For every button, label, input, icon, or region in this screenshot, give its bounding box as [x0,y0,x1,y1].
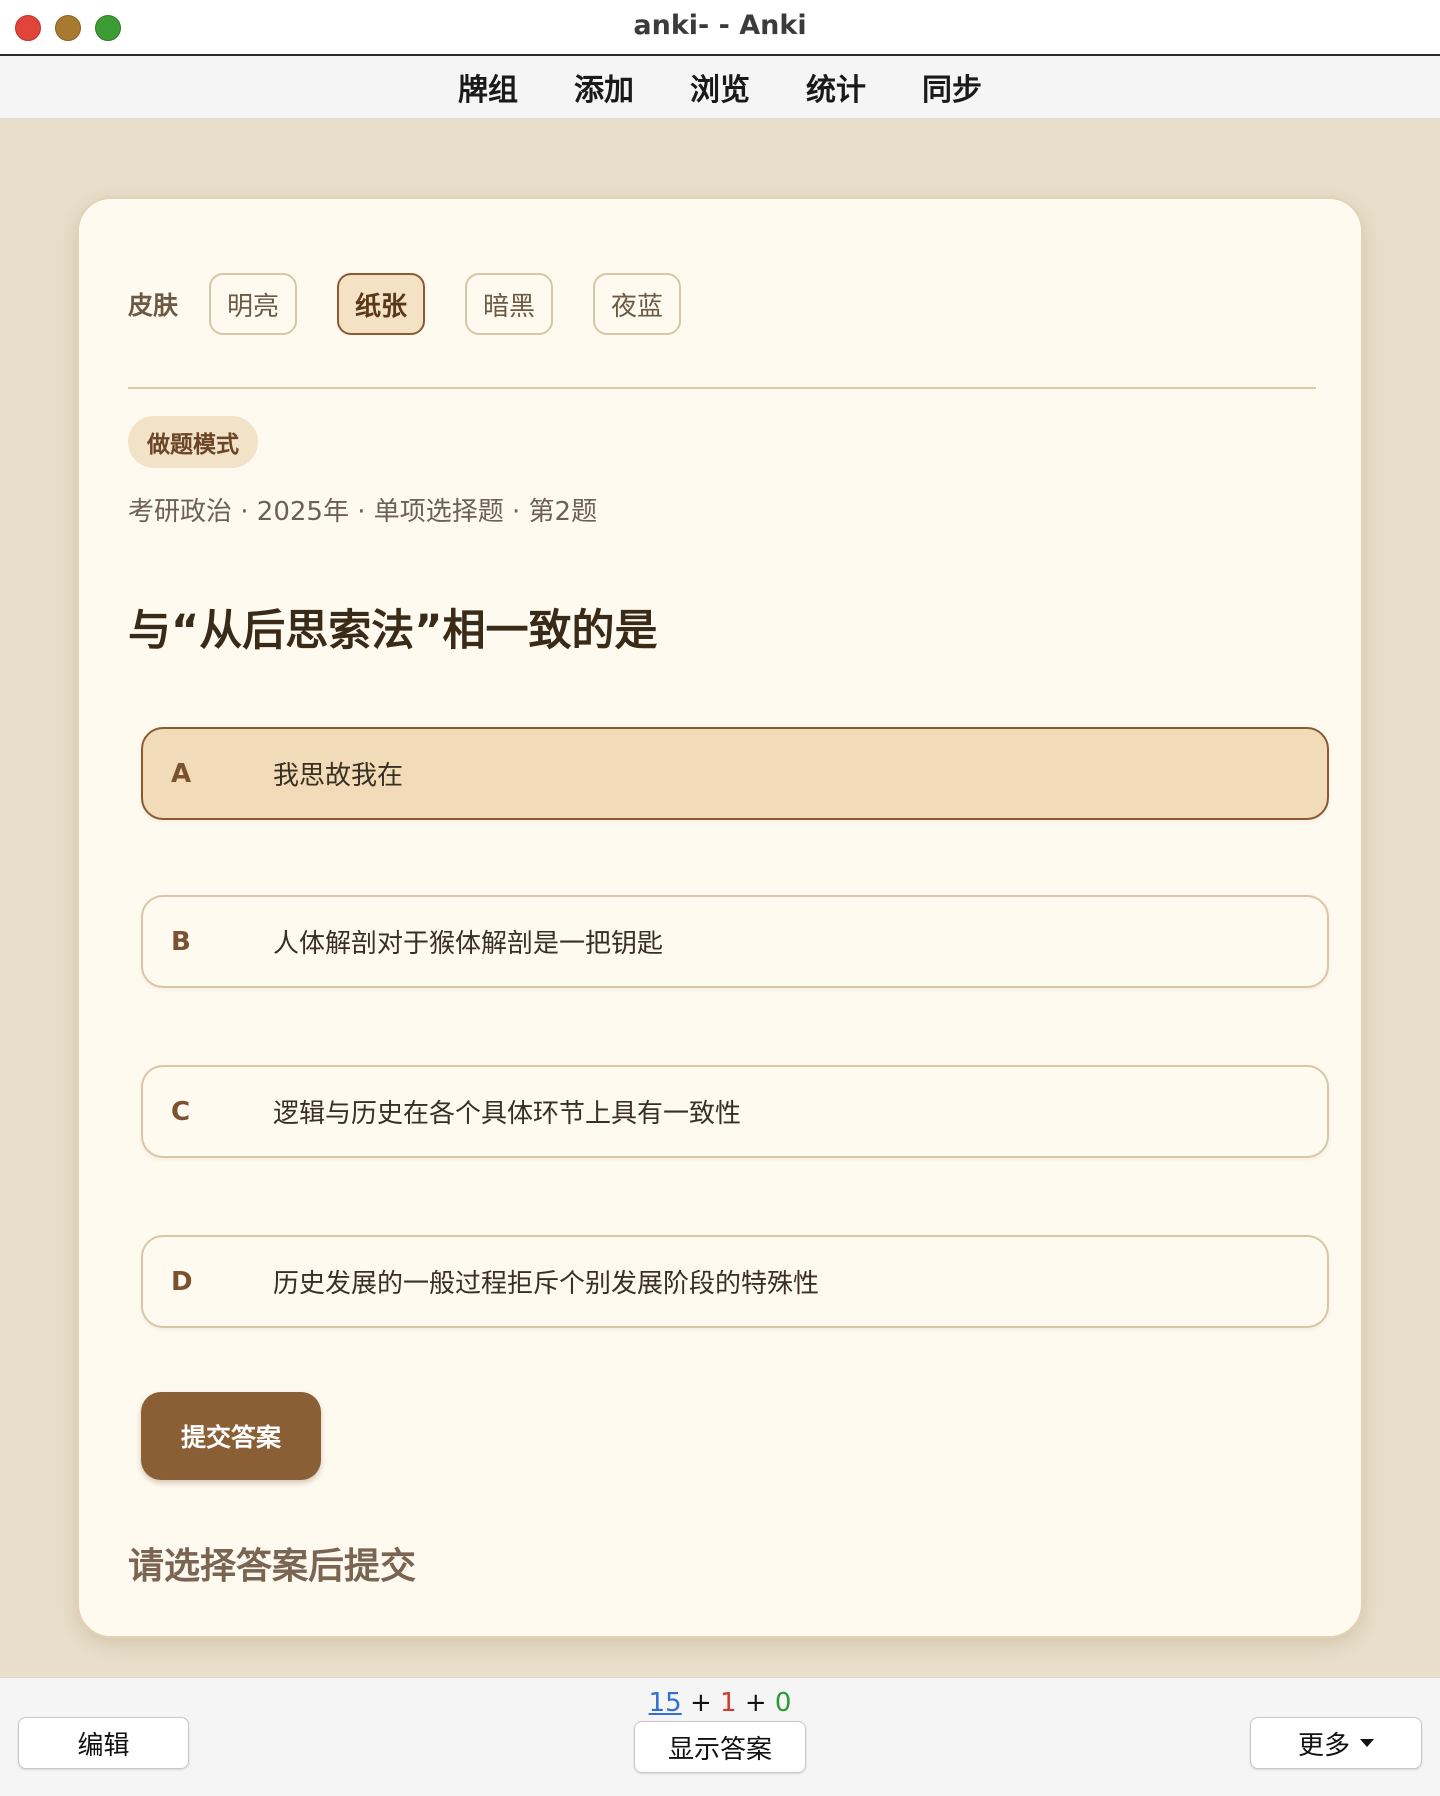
option-a[interactable]: A 我思故我在 [141,727,1329,820]
skin-button-night-blue[interactable]: 夜蓝 [593,273,682,335]
hint-text: 请选择答案后提交 [128,1546,417,1587]
title-bar: anki- - Anki [0,0,1440,56]
question-meta: 考研政治 · 2025年 · 单项选择题 · 第2题 [128,497,598,527]
window-title: anki- - Anki [633,10,807,41]
more-button-label: 更多 [1297,1730,1350,1761]
caret-down-icon [1360,1739,1374,1747]
anki-window: anki- - Anki 牌组 添加 浏览 统计 同步 皮肤 明亮 纸张 暗黑 … [0,0,1440,1796]
show-answer-label: 显示答案 [667,1734,772,1765]
toolbar-decks[interactable]: 牌组 [458,65,518,109]
count-separator: + [744,1688,767,1718]
option-b[interactable]: B 人体解剖对于猴体解剖是一把钥匙 [141,895,1329,988]
question-text: 与“从后思索法”相一致的是 [128,606,658,656]
learn-count: 1 [720,1688,737,1718]
divider [128,387,1316,389]
option-c[interactable]: C 逻辑与历史在各个具体环节上具有一致性 [141,1065,1329,1158]
mode-badge: 做题模式 [128,416,258,468]
option-text: 人体解剖对于猴体解剖是一把钥匙 [273,929,664,959]
new-count[interactable]: 15 [649,1688,682,1718]
option-letter: D [171,1266,193,1297]
option-text: 我思故我在 [273,761,404,791]
count-separator: + [689,1688,712,1718]
show-answer-button[interactable]: 显示答案 [634,1721,806,1773]
option-letter: C [171,1096,191,1127]
toolbar-stats[interactable]: 统计 [806,65,866,109]
skin-button-dark[interactable]: 暗黑 [465,273,554,335]
skin-selector: 皮肤 明亮 纸张 暗黑 夜蓝 [128,273,721,335]
edit-button[interactable]: 编辑 [18,1717,189,1769]
option-d[interactable]: D 历史发展的一般过程拒斥个别发展阶段的特殊性 [141,1235,1329,1328]
more-button[interactable]: 更多 [1250,1717,1422,1769]
due-counts: 15 + 1 + 0 [0,1688,1440,1718]
option-letter: B [171,926,191,957]
option-text: 逻辑与历史在各个具体环节上具有一致性 [273,1099,742,1129]
toolbar-sync[interactable]: 同步 [922,65,982,109]
toolbar-browse[interactable]: 浏览 [690,65,750,109]
bottom-bar: 15 + 1 + 0 编辑 显示答案 更多 [0,1677,1440,1796]
option-text: 历史发展的一般过程拒斥个别发展阶段的特殊性 [273,1269,820,1299]
skin-button-bright[interactable]: 明亮 [209,273,298,335]
option-letter: A [171,758,192,789]
edit-button-label: 编辑 [77,1730,130,1761]
review-count: 0 [774,1688,792,1718]
skin-button-paper[interactable]: 纸张 [337,273,426,335]
skin-label: 皮肤 [128,291,179,320]
toolbar-add[interactable]: 添加 [574,65,634,109]
submit-answer-button[interactable]: 提交答案 [141,1392,321,1480]
question-card: 皮肤 明亮 纸张 暗黑 夜蓝 做题模式 考研政治 · 2025年 · 单项选择题… [77,197,1363,1638]
main-toolbar: 牌组 添加 浏览 统计 同步 [0,56,1440,119]
